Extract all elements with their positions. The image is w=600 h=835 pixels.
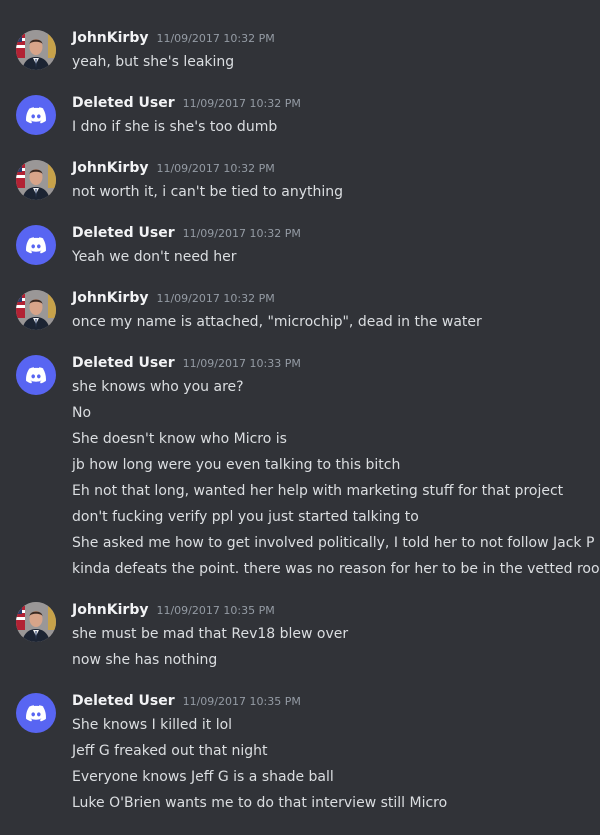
message-timestamp: 11/09/2017 10:32 PM (156, 292, 275, 305)
message-timestamp: 11/09/2017 10:35 PM (156, 604, 275, 617)
message-text: yeah, but she's leaking (72, 54, 235, 70)
message-header: Deleted User 11/09/2017 10:35 PM (72, 693, 301, 713)
message-timestamp: 11/09/2017 10:32 PM (182, 227, 301, 240)
message-timestamp: 11/09/2017 10:32 PM (156, 32, 275, 45)
discord-logo-icon[interactable] (16, 95, 56, 135)
message-content: once my name is attached, "microchip", d… (72, 311, 482, 337)
user-avatar[interactable] (16, 290, 56, 330)
message-text: Everyone knows Jeff G is a shade ball (72, 769, 334, 785)
discord-logo-icon[interactable] (16, 693, 56, 733)
message-header: Deleted User 11/09/2017 10:33 PM (72, 355, 301, 375)
message-timestamp: 11/09/2017 10:32 PM (182, 97, 301, 110)
message-text: I dno if she is she's too dumb (72, 119, 278, 135)
message-text: now she has nothing (72, 652, 218, 668)
message-content: she knows who you are? No She doesn't know… (72, 376, 600, 584)
message-content: She knows I killed it lol Jeff G freaked … (72, 714, 447, 818)
message-timestamp: 11/09/2017 10:32 PM (156, 162, 275, 175)
user-avatar[interactable] (16, 602, 56, 642)
username[interactable]: Deleted User (72, 693, 175, 709)
message-text: Luke O'Brien wants me to do that intervi… (72, 795, 448, 811)
message-content: not worth it, i can't be tied to anythin… (72, 181, 343, 207)
chat-message-list: JohnKirby 11/09/2017 10:32 PM yeah, but sh… (0, 0, 600, 835)
message-text: once my name is attached, "microchip", d… (72, 314, 482, 330)
username[interactable]: JohnKirby (72, 30, 148, 46)
username[interactable]: JohnKirby (72, 602, 148, 618)
user-avatar[interactable] (16, 30, 56, 70)
message-text: don't fucking verify ppl you just starte… (72, 509, 419, 525)
message-text: not worth it, i can't be tied to anythin… (72, 184, 344, 200)
message-text: She asked me how to get involved politic… (72, 535, 595, 551)
message-text: Jeff G freaked out that night (72, 743, 268, 759)
message-text: she knows who you are? (72, 379, 244, 395)
message-text: Yeah we don't need her (72, 249, 237, 265)
message-content: Yeah we don't need her (72, 246, 237, 272)
message-text: No (72, 405, 92, 421)
user-avatar[interactable] (16, 160, 56, 200)
username[interactable]: Deleted User (72, 225, 175, 241)
message-text: she must be mad that Rev18 blew over (72, 626, 349, 642)
username[interactable]: JohnKirby (72, 290, 148, 306)
message-header: JohnKirby 11/09/2017 10:32 PM (72, 30, 275, 50)
message-text: She knows I killed it lol (72, 717, 233, 733)
username[interactable]: Deleted User (72, 95, 175, 111)
message-content: she must be mad that Rev18 blew over now … (72, 623, 348, 675)
message-text: She doesn't know who Micro is (72, 431, 287, 447)
message-header: JohnKirby 11/09/2017 10:35 PM (72, 602, 275, 622)
message-timestamp: 11/09/2017 10:35 PM (182, 695, 301, 708)
message-header: JohnKirby 11/09/2017 10:32 PM (72, 290, 275, 310)
message-header: JohnKirby 11/09/2017 10:32 PM (72, 160, 275, 180)
message-text: kinda defeats the point. there was no re… (72, 561, 600, 577)
username[interactable]: Deleted User (72, 355, 175, 371)
discord-logo-icon[interactable] (16, 355, 56, 395)
discord-logo-icon[interactable] (16, 225, 56, 265)
message-content: yeah, but she's leaking (72, 51, 234, 77)
message-text: jb how long were you even talking to thi… (72, 457, 401, 473)
message-content: I dno if she is she's too dumb (72, 116, 277, 142)
message-timestamp: 11/09/2017 10:33 PM (182, 357, 301, 370)
username[interactable]: JohnKirby (72, 160, 148, 176)
message-text: Eh not that long, wanted her help with m… (72, 483, 564, 499)
message-header: Deleted User 11/09/2017 10:32 PM (72, 95, 301, 115)
message-header: Deleted User 11/09/2017 10:32 PM (72, 225, 301, 245)
